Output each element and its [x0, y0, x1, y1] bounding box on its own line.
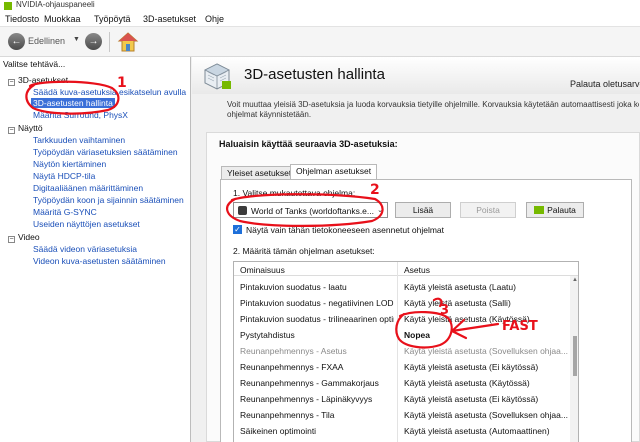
add-button[interactable]: Lisää — [395, 202, 451, 218]
table-row[interactable]: Reunanpehmennys - Asetus Käytä yleistä a… — [234, 343, 570, 358]
only-installed-checkbox[interactable]: ✓ — [233, 225, 242, 234]
3d-settings-cube-icon — [204, 63, 231, 90]
nvidia-logo-icon — [534, 206, 545, 214]
column-header-feature[interactable]: Ominaisuus — [240, 265, 285, 275]
row-feature: Pystytahdistus — [240, 330, 295, 340]
menu-3d-settings[interactable]: 3D-asetukset — [143, 14, 196, 24]
row-feature: Reunanpehmennys - FXAA — [240, 362, 344, 372]
sidebar-item-digital-audio[interactable]: Digitaaliäänen määrittäminen — [33, 183, 143, 193]
restore-program-button[interactable]: Palauta — [526, 202, 584, 218]
panel-title: Haluaisin käyttää seuraavia 3D-asetuksia… — [219, 139, 398, 149]
table-row[interactable]: Reunanpehmennys - FXAA Käytä yleistä ase… — [234, 359, 570, 374]
chevron-down-icon[interactable]: ⌄ — [377, 206, 383, 214]
table-scrollbar[interactable]: ▲ — [570, 276, 578, 442]
sidebar-item-rotate[interactable]: Näytön kiertäminen — [33, 159, 106, 169]
sidebar-item-video-image[interactable]: Videon kuva-asetusten säätäminen — [33, 256, 166, 266]
row-setting: Käytä yleistä asetusta (Ei käytössä) — [404, 362, 539, 372]
table-row[interactable]: Reunanpehmennys - Gammakorjaus Käytä yle… — [234, 375, 570, 390]
toolbar-separator — [109, 32, 110, 52]
page-description: Voit muuttaa yleisiä 3D-asetuksia ja luo… — [227, 100, 639, 120]
table-row[interactable]: Pintakuvion suodatus - trilineaarinen op… — [234, 311, 570, 326]
remove-button[interactable]: Poista — [460, 202, 516, 218]
row-setting: Käytä yleistä asetusta (Sovelluksen ohja… — [404, 410, 568, 420]
back-button-label[interactable]: Edellinen — [28, 36, 65, 46]
row-feature: Pintakuvion suodatus - laatu — [240, 282, 347, 292]
world-of-tanks-icon — [238, 206, 247, 215]
column-header-setting[interactable]: Asetus — [404, 265, 430, 275]
settings-panel: Haluaisin käyttää seuraavia 3D-asetuksia… — [206, 132, 640, 442]
menu-file[interactable]: Tiedosto — [5, 14, 39, 24]
row-feature: Reunanpehmennys - Asetus — [240, 346, 347, 356]
row-setting: Käytä yleistä asetusta (Käytössä) — [404, 314, 530, 324]
sidebar-item-video-color[interactable]: Säädä videon väriasetuksia — [33, 244, 137, 254]
table-row[interactable]: Reunanpehmennys - Tila Käytä yleistä ase… — [234, 407, 570, 422]
page-header: 3D-asetusten hallinta Palauta oletusarvo… — [192, 57, 640, 94]
table-row-vsync[interactable]: Pystytahdistus Nopea — [234, 327, 570, 342]
program-dropdown-value: World of Tanks (worldoftanks.e... — [251, 206, 374, 216]
row-setting: Käytä yleistä asetusta (Salli) — [404, 298, 511, 308]
toolbar: ← Edellinen ▼ → — [0, 27, 640, 57]
only-installed-label: Näytä vain tähän tietokoneeseen asennetu… — [246, 225, 444, 235]
table-header: Ominaisuus Asetus — [234, 262, 578, 276]
row-feature: Pintakuvion suodatus - negatiivinen LOD-… — [240, 298, 394, 308]
page-title: 3D-asetusten hallinta — [244, 66, 385, 83]
sidebar-item-resolution[interactable]: Tarkkuuden vaihtaminen — [33, 135, 125, 145]
collapse-icon[interactable]: − — [8, 127, 15, 134]
forward-arrow-icon[interactable]: → — [85, 33, 102, 50]
row-setting[interactable]: Nopea — [404, 330, 568, 340]
sidebar-item-gsync[interactable]: Määritä G-SYNC — [33, 207, 97, 217]
row-feature: Reunanpehmennys - Läpinäkyvyys — [240, 394, 373, 404]
table-row[interactable]: Säikeinen optimointi Käytä yleistä asetu… — [234, 423, 570, 438]
step1-label: 1. Valitse mukautettava ohjelma: — [233, 188, 356, 198]
home-icon[interactable] — [117, 31, 139, 53]
collapse-icon[interactable]: − — [8, 79, 15, 86]
sidebar-item-hdcp[interactable]: Näytä HDCP-tila — [33, 171, 95, 181]
description-line-1: Voit muuttaa yleisiä 3D-asetuksia ja luo… — [227, 100, 639, 109]
scroll-up-arrow-icon[interactable]: ▲ — [572, 277, 578, 283]
nvidia-app-icon — [4, 2, 12, 10]
window-title: NVIDIA-ohjauspaneeli — [16, 0, 95, 9]
sidebar-item-desktop-size[interactable]: Työpöydän koon ja sijainnin säätäminen — [33, 195, 184, 205]
main-content: 3D-asetusten hallinta Palauta oletusarvo… — [192, 57, 640, 442]
row-setting: Käytä yleistä asetusta (Laatu) — [404, 282, 516, 292]
tree-category-video[interactable]: − Video — [8, 232, 40, 243]
sidebar-item-manage-3d[interactable]: 3D-asetusten hallinta — [31, 98, 115, 108]
sidebar-item-surround-physx[interactable]: Määritä Surround, PhysX — [33, 110, 128, 120]
row-setting: Käytä yleistä asetusta (Ei käytössä) — [404, 394, 539, 404]
description-line-2: ohjelmat käynnistetään. — [227, 110, 312, 119]
collapse-icon[interactable]: − — [8, 236, 15, 243]
title-bar: NVIDIA-ohjauspaneeli — [0, 0, 640, 12]
menu-bar: Tiedosto Muokkaa Työpöytä 3D-asetukset O… — [0, 12, 640, 27]
menu-edit[interactable]: Muokkaa — [44, 14, 81, 24]
sidebar-heading: Valitse tehtävä... — [3, 59, 66, 69]
row-setting: Käytä yleistä asetusta (Sovelluksen ohja… — [404, 346, 568, 356]
table-row[interactable]: Reunanpehmennys - Läpinäkyvyys Käytä yle… — [234, 391, 570, 406]
back-arrow-icon[interactable]: ← — [8, 33, 25, 50]
tab-program-settings[interactable]: Ohjelman asetukset — [290, 164, 378, 180]
tree-category-display[interactable]: − Näyttö — [8, 123, 43, 134]
task-sidebar: Valitse tehtävä... −3D-asetukset Säädä k… — [0, 57, 191, 442]
program-dropdown[interactable]: World of Tanks (worldoftanks.e... ⌄ — [233, 202, 388, 218]
menu-desktop[interactable]: Työpöytä — [94, 14, 131, 24]
scrollbar-thumb[interactable] — [573, 336, 577, 376]
row-feature: Reunanpehmennys - Gammakorjaus — [240, 378, 379, 388]
menu-help[interactable]: Ohje — [205, 14, 224, 24]
restore-button-label: Palauta — [547, 205, 576, 215]
step2-label: 2. Määritä tämän ohjelman asetukset: — [233, 246, 375, 256]
row-feature: Reunanpehmennys - Tila — [240, 410, 335, 420]
program-settings-table: Ominaisuus Asetus Pintakuvion suodatus -… — [233, 261, 579, 442]
row-feature: Pintakuvion suodatus - trilineaarinen op… — [240, 314, 394, 324]
tab-global-settings[interactable]: Yleiset asetukset — [221, 166, 298, 180]
sidebar-item-image-preview[interactable]: Säädä kuva-asetuksia esikatselun avulla — [33, 87, 186, 97]
row-setting: Käytä yleistä asetusta (Käytössä) — [404, 378, 530, 388]
row-feature: Säikeinen optimointi — [240, 426, 317, 436]
table-row[interactable]: Pintakuvion suodatus - negatiivinen LOD-… — [234, 295, 570, 310]
restore-defaults-link[interactable]: Palauta oletusarvot — [570, 79, 640, 89]
back-history-caret-icon[interactable]: ▼ — [73, 36, 80, 43]
row-setting: Käytä yleistä asetusta (Automaattinen) — [404, 426, 550, 436]
sidebar-item-desktop-color[interactable]: Työpöydän väriasetuksien säätäminen — [33, 147, 178, 157]
tree-category-3d[interactable]: −3D-asetukset — [8, 75, 68, 86]
sidebar-item-multi-display[interactable]: Useiden näyttöjen asetukset — [33, 219, 140, 229]
table-row[interactable]: Pintakuvion suodatus - laatu Käytä yleis… — [234, 279, 570, 294]
